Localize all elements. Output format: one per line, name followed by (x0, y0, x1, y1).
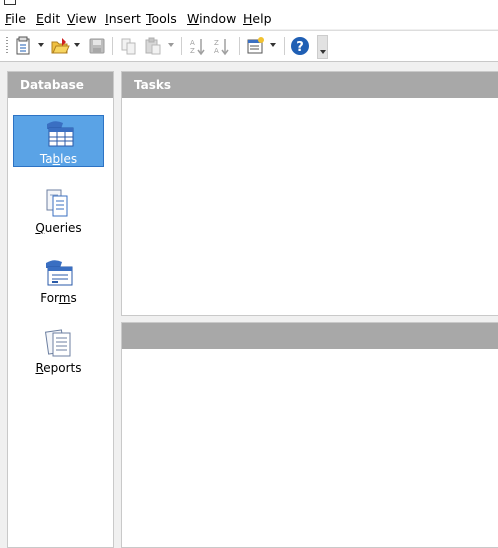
reports-icon (43, 327, 75, 359)
chevron-down-icon (320, 50, 326, 54)
forms-icon (43, 257, 75, 289)
standard-toolbar: AZ ZA ? (0, 30, 498, 61)
queries-icon (43, 187, 75, 219)
database-panel-title: Database (8, 72, 113, 98)
database-item-tables[interactable]: Tables (13, 115, 104, 167)
svg-text:A: A (214, 47, 219, 55)
toolbar-separator (181, 37, 182, 55)
toolbar-separator (112, 37, 113, 55)
documents-panel (121, 322, 498, 548)
paste-icon[interactable] (144, 36, 162, 56)
form-wizard-dropdown-arrow[interactable] (270, 43, 276, 47)
menu-bar: File Edit View Insert Tools Window Help (0, 8, 498, 29)
open-dropdown-arrow[interactable] (74, 43, 80, 47)
menu-insert[interactable]: Insert (105, 11, 141, 26)
database-item-forms[interactable]: Forms (13, 255, 104, 307)
tasks-panel: Tasks (121, 71, 498, 316)
new-dropdown-arrow[interactable] (38, 43, 44, 47)
menu-tools[interactable]: Tools (146, 11, 177, 26)
toolbar-overflow-icon[interactable] (317, 35, 328, 59)
sort-ascending-icon[interactable]: AZ (189, 36, 207, 56)
menu-help[interactable]: Help (243, 11, 272, 26)
tables-icon (44, 118, 76, 150)
svg-text:A: A (190, 39, 195, 47)
toolbar-separator (239, 37, 240, 55)
open-folder-icon[interactable] (50, 36, 70, 56)
menu-window[interactable]: Window (187, 11, 236, 26)
menu-file[interactable]: File (5, 11, 26, 26)
save-icon[interactable] (88, 36, 106, 56)
app-icon (4, 0, 16, 5)
menu-edit[interactable]: Edit (36, 11, 60, 26)
toolbar-grip[interactable] (6, 37, 8, 55)
svg-text:Z: Z (190, 47, 195, 55)
documents-panel-header (122, 323, 498, 349)
toolbar-divider (0, 61, 498, 62)
tasks-panel-title: Tasks (122, 72, 498, 98)
help-icon[interactable]: ? (290, 36, 310, 56)
toolbar-separator (284, 37, 285, 55)
menu-view[interactable]: View (67, 11, 97, 26)
svg-text:Z: Z (214, 39, 219, 47)
paste-dropdown-arrow[interactable] (168, 43, 174, 47)
sort-descending-icon[interactable]: ZA (213, 36, 231, 56)
svg-text:?: ? (296, 40, 304, 55)
title-bar (0, 0, 498, 8)
new-document-icon[interactable] (15, 36, 33, 56)
form-wizard-icon[interactable] (246, 36, 266, 56)
database-item-queries[interactable]: Queries (13, 185, 104, 237)
database-panel: Database Tables Queries Forms Reports (7, 71, 114, 548)
copy-icon[interactable] (120, 36, 138, 56)
database-item-reports[interactable]: Reports (13, 325, 104, 377)
